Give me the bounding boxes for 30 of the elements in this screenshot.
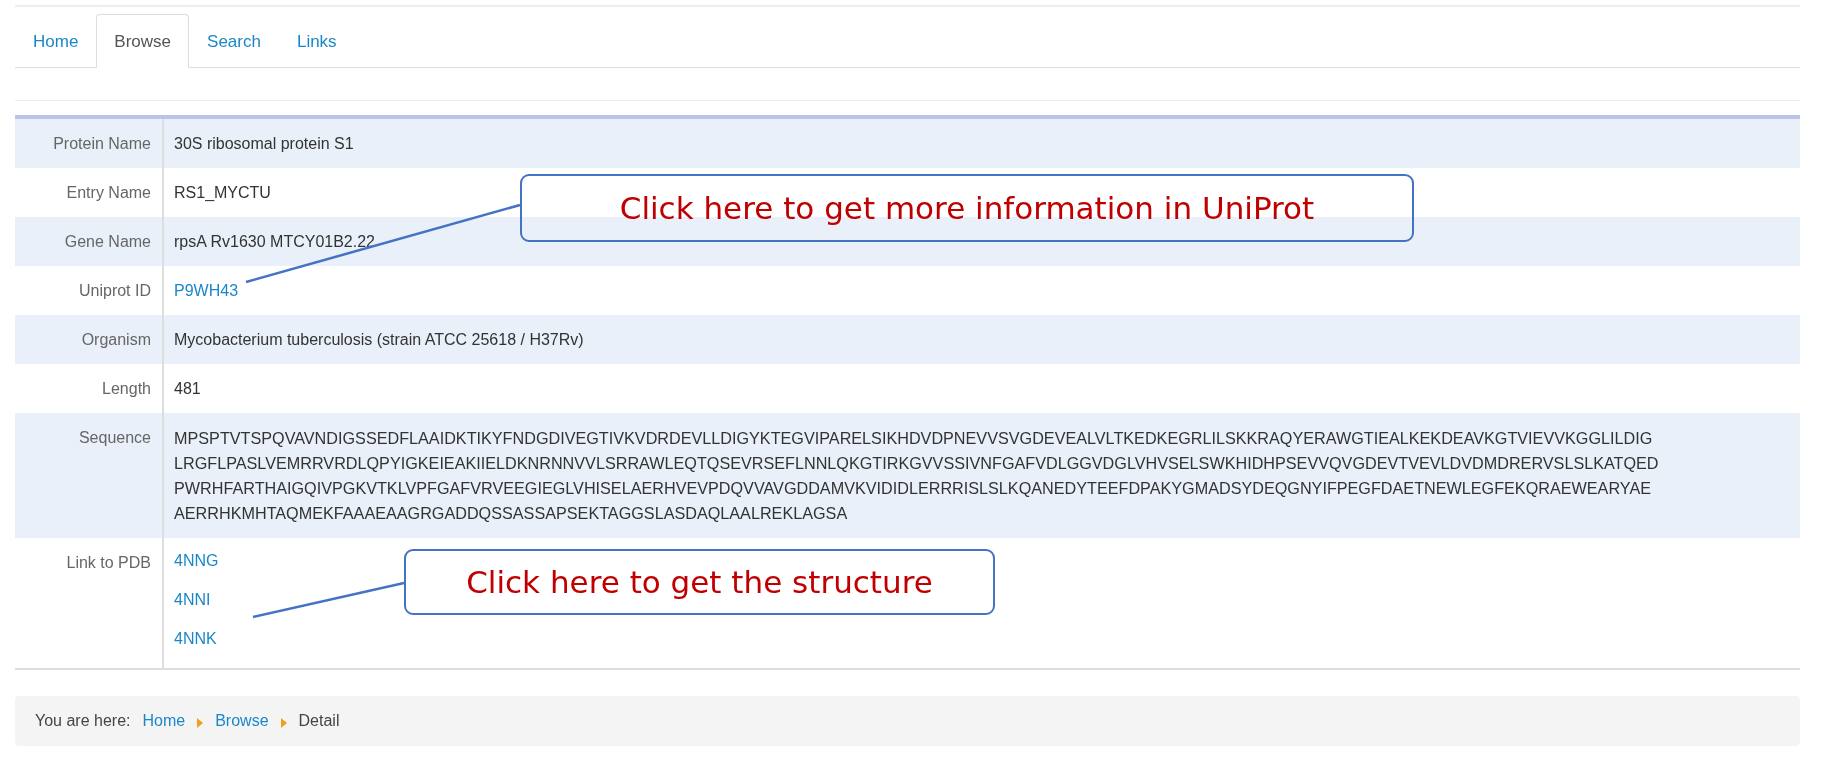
sequence-line: LRGFLPASLVEMRRVRDLQPYIGKEIEAKIIELDKNRNNVVLSRRAWLEQTQSEVRSEFLNNLQKGTIRKGVVSSIVNFGAFVDLGGVDGLVHVSELSWKHIDHPSEVVQVGDEVTVEVLDVDMDRERVSLSLKATQED — [174, 452, 1659, 474]
sequence-line: AERRHKMHTAQMEKFAAAEAAGRGADDQSSASSAPSEKTAGGSLASDAQLAALREKLAGSA — [174, 502, 849, 524]
field-value: 30S ribosomal protein S1 — [173, 133, 355, 154]
breadcrumb-link[interactable]: Browse — [215, 708, 269, 733]
breadcrumb-prefix: You are here: — [35, 710, 131, 731]
nav-tab[interactable]: Links — [278, 14, 355, 68]
sequence-line: MPSPTVTSPQVAVNDIGSSEDFLAAIDKTIKYFNDGDIVEGTIVKVDRDEVLLDIGYKTEGVIPARELSIKHDVDPNEVVSVGDEVEALVLTKEDKEGRLILSKKRAQYERAWGTIEALKEKDEAVKGTVIEVVKGGLILDIG — [174, 427, 1654, 449]
pdb-link[interactable]: 4NNI — [174, 589, 219, 610]
field-label: Gene Name — [15, 216, 164, 266]
field-label: Link to PDB — [15, 537, 164, 668]
nav-tab[interactable]: Home — [15, 14, 97, 68]
nav-tab[interactable]: Browse — [96, 14, 190, 68]
pdb-link[interactable]: 4NNK — [174, 628, 219, 649]
breadcrumb-current: Detail — [298, 710, 340, 731]
field-value: RS1_MYCTU — [173, 182, 272, 203]
pdb-link[interactable]: 4NNG — [174, 550, 219, 571]
callout-box: Click here to get the structure — [404, 549, 995, 615]
uniprot-link[interactable]: P9WH43 — [174, 281, 239, 299]
field-value: rpsA Rv1630 MTCY01B2.22 — [173, 231, 376, 252]
field-label: Protein Name — [15, 118, 164, 168]
separator-icon — [280, 718, 287, 728]
field-label: Sequence — [15, 412, 164, 538]
nav-tab[interactable]: Search — [189, 14, 279, 68]
breadcrumb-link[interactable]: Home — [142, 708, 186, 733]
field-value: Mycobacterium tuberculosis (strain ATCC 25618 / H37Rv) — [173, 329, 585, 350]
separator-icon — [197, 718, 204, 728]
callout-box: Click here to get more information in UniProt — [520, 174, 1414, 242]
field-label: Organism — [15, 314, 164, 364]
sequence-line: PWRHFARTHAIGQIVPGKVTKLVPFGAFVRVEEGIEGLVHISELAERHVEVPDQVVAVGDDAMVKVIDIDLERRRISLSLKQANEDYTEEFDPAKYGMADSYDEQGNYIFPEGFDAETNEWLEGFEKQRAEWEARYAE — [174, 477, 1652, 499]
field-value: 481 — [173, 378, 202, 399]
